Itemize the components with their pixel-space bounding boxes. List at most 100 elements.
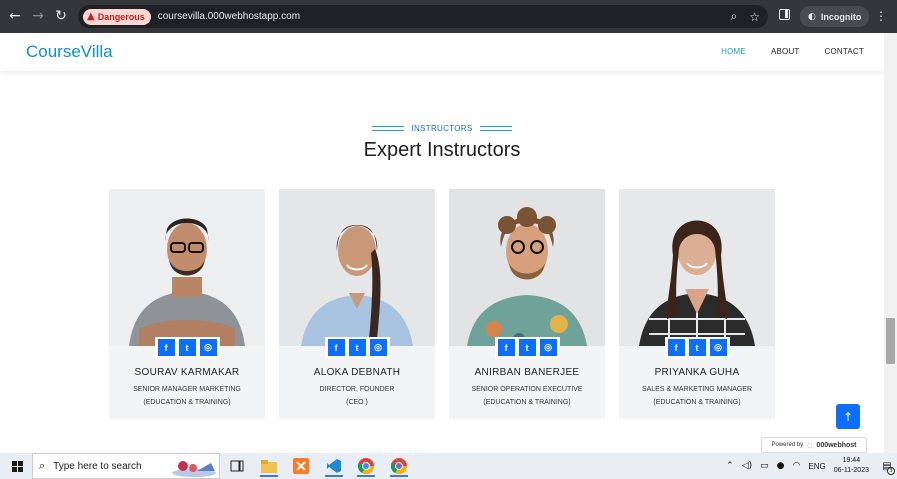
taskbar-search[interactable]: ⌕ Type here to search	[32, 453, 220, 479]
twitter-icon[interactable]: t	[178, 339, 196, 356]
instructor-name: PRIYANKA GUHA	[654, 367, 740, 378]
instructor-name: ALOKA DEBNATH	[313, 367, 401, 378]
clock-date: 06-11-2023	[833, 467, 869, 474]
volume-icon[interactable]: ◁)	[742, 461, 752, 471]
webhost-logo-icon: ◌	[807, 441, 813, 449]
chevron-up-icon[interactable]: ⌃	[726, 461, 734, 471]
twitter-icon[interactable]: t	[348, 339, 366, 356]
social-links: f t ◎	[449, 337, 605, 358]
powered-by-badge[interactable]: Powered by ◌ 000webhost	[761, 437, 867, 453]
instructor-photo	[109, 189, 265, 346]
incognito-icon: ◐	[808, 11, 816, 22]
warning-icon: ▲	[87, 11, 95, 22]
instructor-photo	[619, 189, 775, 346]
url-text[interactable]: coursevilla.000webhostapp.com	[158, 11, 300, 22]
browser-toolbar: ← → ↻ ▲ Dangerous coursevilla.000webhost…	[0, 0, 897, 33]
web-page: CourseVilla HOME ABOUT CONTACT INSTRUCTO…	[0, 33, 884, 453]
arrow-up-icon: ↑	[842, 409, 854, 424]
facebook-icon[interactable]: f	[327, 339, 345, 356]
facebook-icon[interactable]: f	[497, 339, 515, 356]
reload-icon[interactable]: ↻	[50, 5, 72, 27]
incognito-label: Incognito	[820, 11, 862, 22]
nav-contact[interactable]: CONTACT	[825, 47, 864, 56]
instructor-card: f t ◎ ALOKA DEBNATH DIRECTOR, FOUNDER (C…	[279, 189, 435, 419]
zoom-icon[interactable]: ⌕	[731, 9, 738, 24]
twitter-icon[interactable]: t	[518, 339, 536, 356]
instructor-role: SENIOR MANAGER MARKETING (EDUCATION & TR…	[109, 383, 265, 409]
instagram-icon[interactable]: ◎	[199, 339, 217, 356]
instructor-role: DIRECTOR, FOUNDER (CEO )	[279, 383, 435, 409]
wifi-icon[interactable]: ◠	[793, 461, 801, 471]
role-line: (EDUCATION & TRAINING)	[653, 399, 741, 406]
instructor-name: ANIRBAN BANERJEE	[474, 367, 580, 378]
main-nav: HOME ABOUT CONTACT	[721, 47, 864, 56]
role-line: (EDUCATION & TRAINING)	[483, 399, 571, 406]
instructor-card: f t ◎ PRIYANKA GUHA SALES & MARKETING MA…	[619, 189, 775, 419]
twitter-icon[interactable]: t	[688, 339, 706, 356]
facebook-icon[interactable]: f	[667, 339, 685, 356]
chrome-icon[interactable]	[353, 455, 379, 477]
search-placeholder: Type here to search	[53, 460, 142, 472]
instructor-role: SALES & MARKETING MANAGER (EDUCATION & T…	[619, 383, 775, 409]
task-view-icon[interactable]	[224, 455, 250, 477]
back-icon[interactable]: ←	[4, 5, 26, 27]
site-header: CourseVilla HOME ABOUT CONTACT	[0, 33, 884, 71]
instructor-card: f t ◎ SOURAV KARMAKAR SENIOR MANAGER MAR…	[109, 189, 265, 419]
role-line: (EDUCATION & TRAINING)	[143, 399, 231, 406]
start-button[interactable]	[0, 453, 34, 479]
instagram-icon[interactable]: ◎	[539, 339, 557, 356]
system-tray: ⌃ ◁) ▭ ● ◠ ENG 19:44 06-11-2023 ▤ 3	[722, 453, 897, 479]
bookmark-star-icon[interactable]: ☆	[749, 10, 760, 24]
security-chip[interactable]: ▲ Dangerous	[83, 8, 151, 25]
page-scrollbar[interactable]	[884, 33, 897, 453]
section-subtitle: INSTRUCTORS	[0, 124, 884, 133]
chrome-incognito-icon[interactable]	[386, 455, 412, 477]
xampp-icon[interactable]	[288, 455, 314, 477]
instructor-photo	[449, 189, 605, 346]
search-icon: ⌕	[39, 459, 46, 472]
instructor-card: f t ◎ ANIRBAN BANERJEE SENIOR OPERATION …	[449, 189, 605, 419]
instructor-name: SOURAV KARMAKAR	[134, 367, 240, 378]
microphone-icon[interactable]: ●	[777, 461, 785, 471]
nav-about[interactable]: ABOUT	[771, 47, 800, 56]
subtitle-divider-right	[480, 126, 513, 131]
battery-icon[interactable]: ▭	[760, 461, 769, 471]
side-panel-icon[interactable]	[779, 9, 790, 20]
social-links: f t ◎	[619, 337, 775, 358]
subtitle-divider-left	[371, 126, 404, 131]
nav-home[interactable]: HOME	[721, 47, 746, 56]
vscode-icon[interactable]	[321, 455, 347, 477]
scroll-to-top-button[interactable]: ↑	[836, 404, 860, 429]
windows-icon	[11, 460, 23, 472]
taskbar: ⌕ Type here to search ⌃ ◁) ▭ ● ◠ ENG 19:…	[0, 453, 897, 479]
clock-time: 19:44	[842, 457, 861, 464]
role-line: DIRECTOR, FOUNDER	[319, 386, 395, 393]
scrollbar-thumb[interactable]	[886, 318, 895, 364]
forward-icon[interactable]: →	[27, 5, 49, 27]
site-logo[interactable]: CourseVilla	[26, 42, 113, 62]
instructor-role: SENIOR OPERATION EXECUTIVE (EDUCATION & …	[449, 383, 605, 409]
role-line: SENIOR OPERATION EXECUTIVE	[471, 386, 583, 393]
social-links: f t ◎	[279, 337, 435, 358]
role-line: SALES & MARKETING MANAGER	[641, 386, 753, 393]
instagram-icon[interactable]: ◎	[709, 339, 727, 356]
notification-button[interactable]: ▤ 3	[877, 453, 897, 479]
role-line: SENIOR MANAGER MARKETING	[133, 386, 241, 393]
security-label: Dangerous	[97, 11, 145, 22]
instructor-cards: f t ◎ SOURAV KARMAKAR SENIOR MANAGER MAR…	[109, 189, 775, 419]
address-bar[interactable]: ▲ Dangerous coursevilla.000webhostapp.co…	[78, 5, 768, 28]
clock[interactable]: 19:44 06-11-2023	[834, 456, 869, 476]
language-indicator[interactable]: ENG	[808, 462, 825, 471]
section-title: Expert Instructors	[363, 139, 521, 161]
powered-by-brand: 000webhost	[816, 441, 857, 449]
incognito-badge[interactable]: ◐ Incognito	[800, 6, 870, 27]
search-highlight-art	[172, 461, 216, 477]
instagram-icon[interactable]: ◎	[369, 339, 387, 356]
facebook-icon[interactable]: f	[157, 339, 175, 356]
powered-by-prefix: Powered by	[771, 442, 804, 448]
file-explorer-icon[interactable]	[256, 455, 282, 477]
menu-kebab-icon[interactable]: ⋮	[875, 9, 887, 23]
social-links: f t ◎	[109, 337, 265, 358]
instructor-photo	[279, 189, 435, 346]
role-line: (CEO )	[346, 399, 368, 406]
